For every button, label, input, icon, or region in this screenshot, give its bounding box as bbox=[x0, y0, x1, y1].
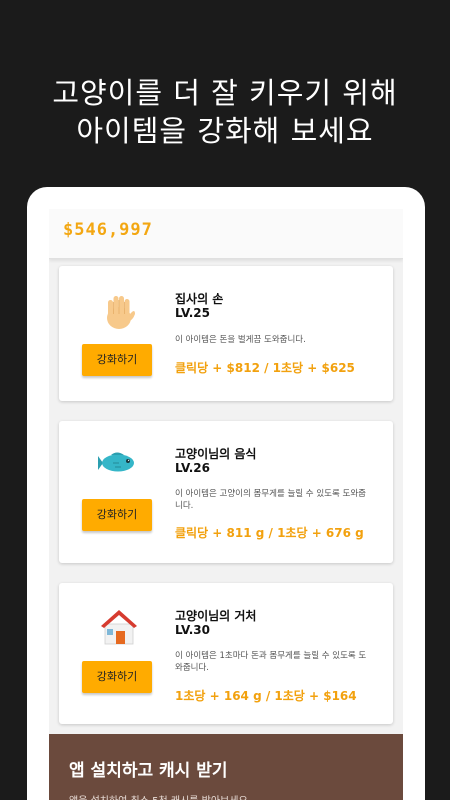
upgrade-button-food[interactable]: 강화하기 bbox=[82, 499, 152, 531]
house-icon bbox=[97, 604, 141, 648]
app-screen: $546,997 강화하기 집사의 손 LV.25 이 아이템은 돈을 벌게끔 … bbox=[49, 209, 403, 800]
upgrade-button-hand[interactable]: 강화하기 bbox=[82, 344, 152, 376]
item-effect: 클릭당 + 811 g / 1초당 + 676 g bbox=[175, 526, 364, 540]
item-level: LV.25 bbox=[175, 306, 210, 320]
headline-line-1: 고양이를 더 잘 키우기 위해 bbox=[52, 76, 398, 110]
upgrade-button-house[interactable]: 강화하기 bbox=[82, 661, 152, 693]
item-card-food: 강화하기 고양이님의 음식 LV.26 이 아이템은 고양이의 몸무게를 늘릴 … bbox=[59, 421, 393, 563]
item-description: 이 아이템은 돈을 벌게끔 도와줍니다. bbox=[175, 335, 306, 345]
item-description: 이 아이템은 고양이의 몸무게를 늘릴 수 있도록 도와줍니다. bbox=[175, 489, 366, 511]
promo-headline: 고양이를 더 잘 키우기 위해 아이템을 강화해 보세요 bbox=[0, 74, 450, 150]
fish-icon bbox=[97, 441, 141, 485]
item-name: 집사의 손 bbox=[175, 292, 224, 306]
money-balance: $546,997 bbox=[63, 220, 153, 240]
item-name: 고양이님의 음식 bbox=[175, 447, 257, 461]
balance-bar: $546,997 bbox=[49, 209, 403, 259]
item-card-hand: 강화하기 집사의 손 LV.25 이 아이템은 돈을 벌게끔 도와줍니다. 클릭… bbox=[59, 266, 393, 401]
install-reward-banner[interactable]: 앱 설치하고 캐시 받기 앱을 설치하여 최소 5천 캐시를 받아보세요 bbox=[49, 734, 403, 800]
banner-title: 앱 설치하고 캐시 받기 bbox=[69, 761, 228, 781]
item-level: LV.26 bbox=[175, 461, 210, 475]
item-effect: 1초당 + 164 g / 1초당 + $164 bbox=[175, 689, 357, 703]
item-description: 이 아이템은 1초마다 돈과 몸무게를 늘릴 수 있도록 도와줍니다. bbox=[175, 651, 367, 673]
item-name: 고양이님의 거처 bbox=[175, 609, 257, 623]
hand-icon bbox=[97, 288, 141, 332]
phone-frame: $546,997 강화하기 집사의 손 LV.25 이 아이템은 돈을 벌게끔 … bbox=[27, 187, 425, 800]
item-effect: 클릭당 + $812 / 1초당 + $625 bbox=[175, 361, 355, 375]
headline-line-2: 아이템을 강화해 보세요 bbox=[76, 114, 374, 148]
item-level: LV.30 bbox=[175, 623, 210, 637]
item-card-house: 강화하기 고양이님의 거처 LV.30 이 아이템은 1초마다 돈과 몸무게를 … bbox=[59, 583, 393, 724]
banner-subtitle: 앱을 설치하여 최소 5천 캐시를 받아보세요 bbox=[69, 792, 248, 800]
